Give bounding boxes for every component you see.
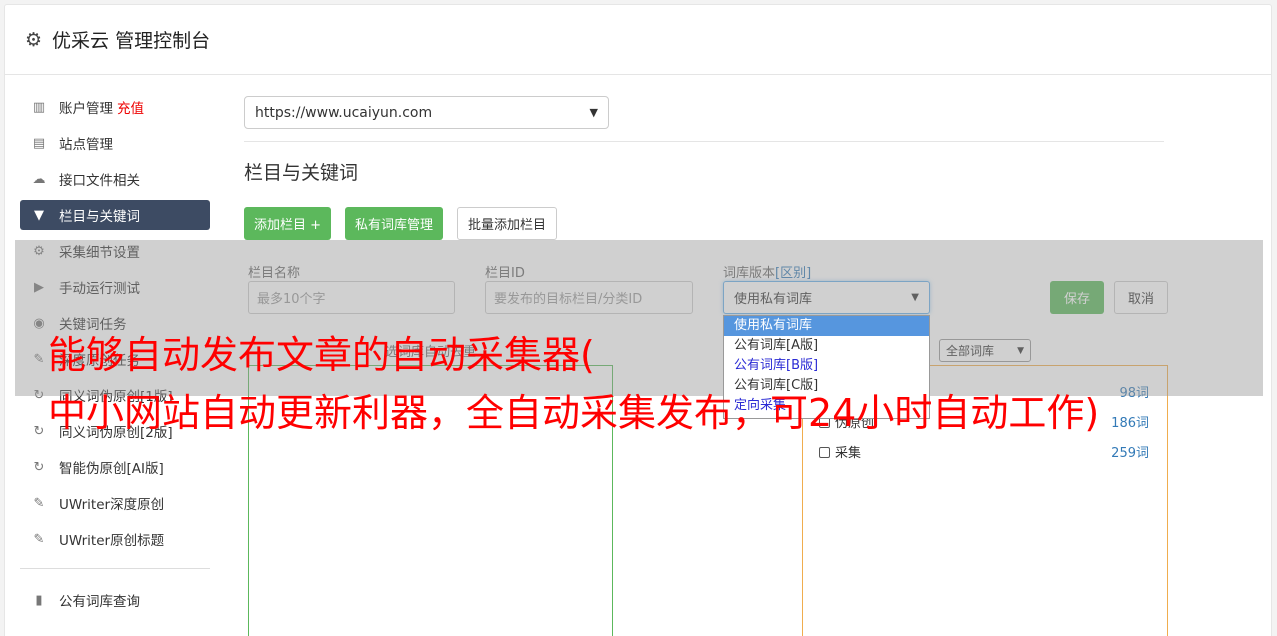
sidebar-item-label: 智能伪原创[AI版] [59,461,164,477]
sidebar-item-sites[interactable]: ▤ 站点管理 [20,128,210,158]
dropdown-option[interactable]: 使用私有词库 [724,316,929,336]
sidebar-item-label: 栏目与关键词 [59,209,140,225]
sidebar-item-label: UWriter原创标题 [59,533,165,549]
recharge-link[interactable]: 充值 [117,97,144,117]
bar-chart-icon: ▥ [32,99,46,115]
sidebar-item-label: UWriter深度原创 [59,497,165,513]
sidebar-item-interface[interactable]: ☁ 接口文件相关 [20,164,210,194]
chevron-down-icon: ▼ [589,106,598,119]
dropdown-option[interactable]: 公有词库[B版] [724,356,929,376]
page-header: ⚙ 优采云 管理控制台 [5,5,1271,75]
refresh-icon: ↻ [33,459,45,475]
item-count: 186词 [1111,416,1149,431]
batch-add-button[interactable]: 批量添加栏目 [457,207,558,240]
sidebar-divider [20,568,210,569]
item-label: 采集 [835,446,862,461]
private-lib-button[interactable]: 私有词库管理 [345,207,444,240]
section-title: 栏目与关键词 [244,162,359,184]
sidebar-item-account[interactable]: ▥ 账户管理 充值 [20,92,210,122]
gear-icon: ⚙ [25,28,43,51]
sidebar-item-columns[interactable]: ▼ 栏目与关键词 [20,200,210,230]
toolbar: 添加栏目 + 私有词库管理 批量添加栏目 [244,207,1164,240]
sidebar-item-uwriter-title[interactable]: ✎ UWriter原创标题 [20,524,210,554]
edit-icon: ✎ [33,531,45,547]
cloud-upload-icon: ☁ [32,171,46,187]
caption-line-2: 中小网站自动更新利器，全自动采集发布，可24小时自动工作) [48,391,1100,435]
sidebar-item-uwriter-deep[interactable]: ✎ UWriter深度原创 [20,488,210,518]
dropdown-option[interactable]: 公有词库[A版] [724,336,929,356]
filter-icon: ▼ [34,207,44,223]
main-content: https://www.ucaiyun.com ▼ 栏目与关键词 添加栏目 + … [244,96,1164,240]
book-icon: ▮ [35,592,43,608]
server-icon: ▤ [32,135,46,151]
site-select[interactable]: https://www.ucaiyun.com ▼ [244,96,609,129]
caption-line-1: 能够自动发布文章的自动采集器( [48,333,595,377]
list-item[interactable]: 采集 259词 [819,442,1149,461]
sidebar-item-ai-rewrite[interactable]: ↻ 智能伪原创[AI版] [20,452,210,482]
checkbox[interactable] [819,447,830,458]
item-count: 259词 [1111,446,1149,461]
sidebar-item-label: 站点管理 [59,137,113,153]
edit-icon: ✎ [33,495,45,511]
refresh-icon: ↻ [33,423,45,439]
add-column-button[interactable]: 添加栏目 + [244,207,332,240]
sidebar-item-label: 账户管理 [59,101,113,117]
sidebar-item-label: 公有词库查询 [59,594,140,610]
sidebar-item-label: 接口文件相关 [59,173,140,189]
site-select-value: https://www.ucaiyun.com [255,104,433,121]
divider [244,141,1164,142]
page-title: 优采云 管理控制台 [52,30,211,52]
sidebar-item-public-lib[interactable]: ▮ 公有词库查询 [20,585,210,615]
